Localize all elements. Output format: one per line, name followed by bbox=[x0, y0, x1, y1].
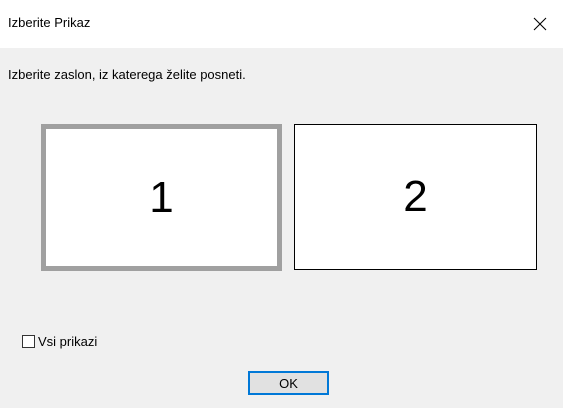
dialog-window: Izberite Prikaz Izberite zaslon, iz kate… bbox=[0, 0, 563, 408]
ok-button[interactable]: OK bbox=[248, 371, 329, 395]
title-bar: Izberite Prikaz bbox=[0, 0, 563, 48]
dialog-body: Izberite zaslon, iz katerega želite posn… bbox=[0, 48, 563, 408]
monitor-1-tile[interactable]: 1 bbox=[41, 124, 282, 271]
all-displays-option[interactable]: Vsi prikazi bbox=[22, 333, 97, 349]
close-icon bbox=[533, 17, 547, 31]
all-displays-label: Vsi prikazi bbox=[38, 333, 98, 349]
monitor-2-label: 2 bbox=[403, 172, 428, 221]
instruction-text: Izberite zaslon, iz katerega želite posn… bbox=[8, 67, 246, 82]
all-displays-checkbox[interactable] bbox=[22, 334, 35, 348]
window-title: Izberite Prikaz bbox=[8, 15, 91, 30]
monitor-1-label: 1 bbox=[149, 172, 174, 222]
monitor-2-tile[interactable]: 2 bbox=[294, 124, 537, 270]
close-button[interactable] bbox=[517, 0, 563, 48]
